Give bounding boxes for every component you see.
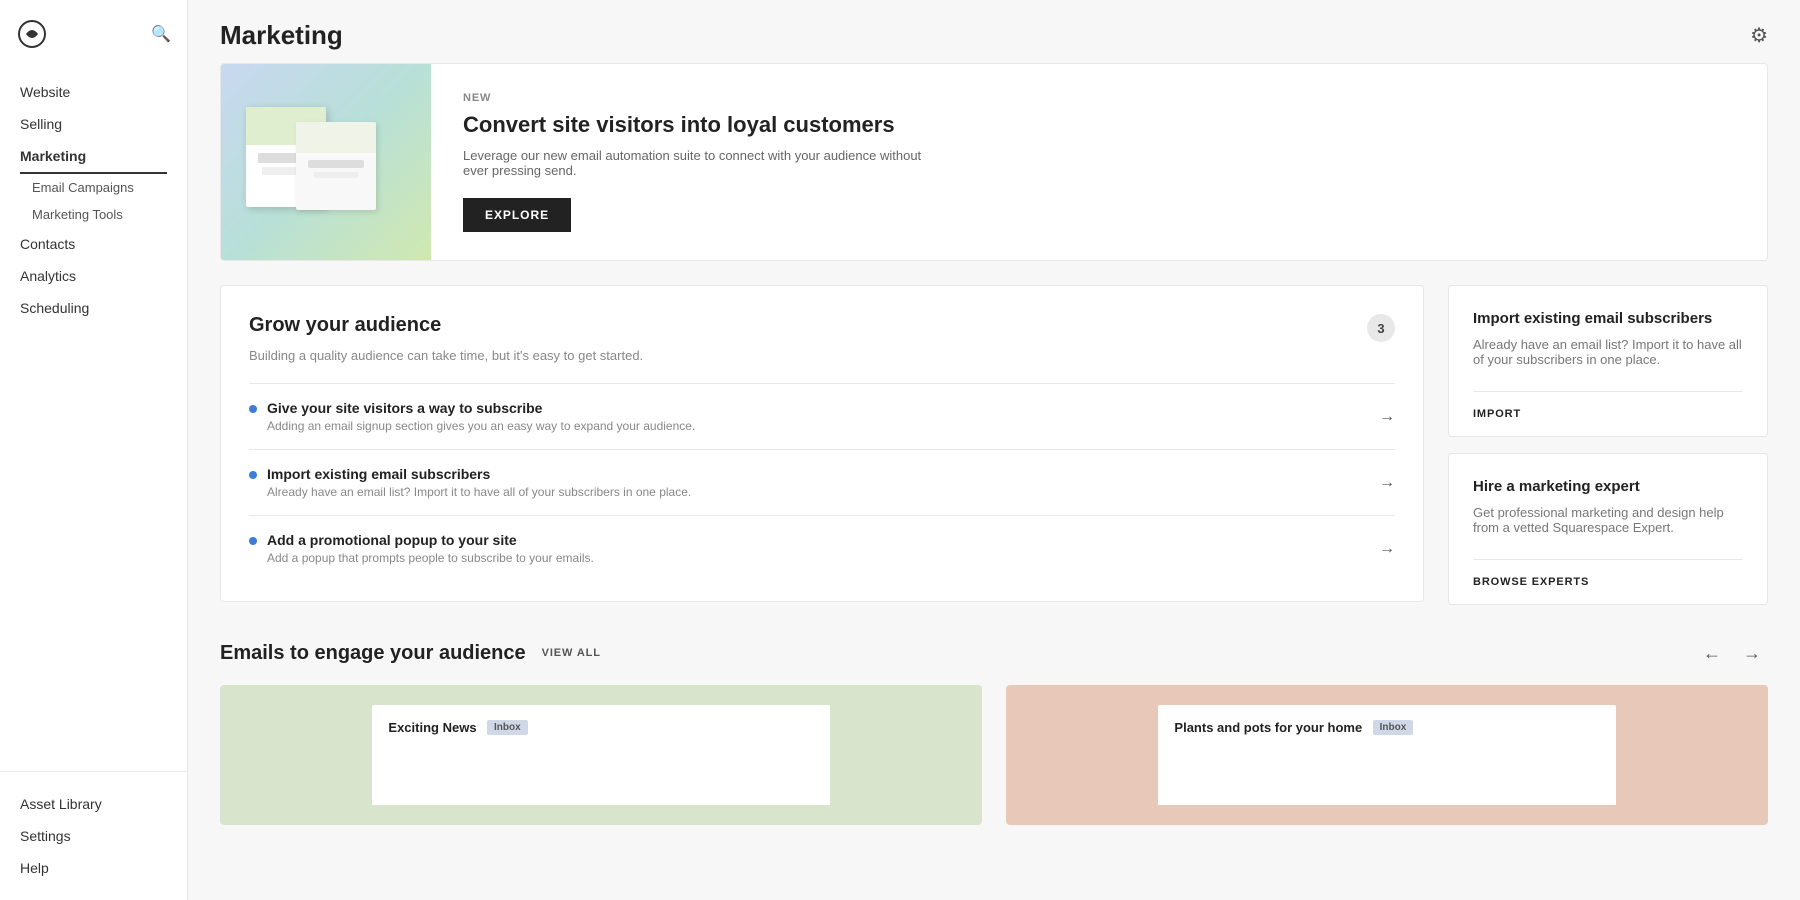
sidebar-item-marketing[interactable]: Marketing — [20, 140, 167, 174]
main-content: Marketing ⚙ — [188, 0, 1800, 900]
banner-card: NEW Convert site visitors into loyal cus… — [220, 63, 1768, 261]
banner-title: Convert site visitors into loyal custome… — [463, 112, 1735, 138]
sidebar-item-contacts[interactable]: Contacts — [0, 228, 187, 260]
sidebar-nav: Website Selling Marketing Email Campaign… — [0, 68, 187, 771]
blue-dot-icon — [249, 405, 257, 413]
blue-dot-icon — [249, 471, 257, 479]
main-body: NEW Convert site visitors into loyal cus… — [188, 63, 1800, 857]
audience-title: Grow your audience — [249, 314, 441, 337]
audience-item-title: Import existing email subscribers — [267, 466, 691, 482]
audience-badge: 3 — [1367, 314, 1395, 342]
audience-item-title: Give your site visitors a way to subscri… — [267, 400, 695, 416]
email-cards: Exciting News Inbox Plants and pots for … — [220, 685, 1768, 825]
sidebar-item-scheduling[interactable]: Scheduling — [0, 292, 187, 324]
import-card-title: Import existing email subscribers — [1473, 310, 1743, 327]
email-badge: Inbox — [487, 720, 528, 735]
banner-description: Leverage our new email automation suite … — [463, 148, 943, 178]
email-card-exciting-news[interactable]: Exciting News Inbox — [220, 685, 982, 825]
sidebar-item-help[interactable]: Help — [0, 852, 187, 884]
settings-icon[interactable]: ⚙ — [1750, 23, 1768, 48]
audience-item-popup[interactable]: Add a promotional popup to your site Add… — [249, 515, 1395, 581]
audience-subtitle: Building a quality audience can take tim… — [249, 348, 1395, 363]
search-icon[interactable]: 🔍 — [151, 24, 171, 44]
sidebar-item-asset-library[interactable]: Asset Library — [0, 788, 187, 820]
banner-content: NEW Convert site visitors into loyal cus… — [431, 64, 1767, 260]
email-card-label: Plants and pots for your home — [1174, 720, 1362, 735]
import-link[interactable]: IMPORT — [1473, 391, 1743, 436]
app-logo[interactable] — [16, 18, 48, 50]
email-card-plants[interactable]: Plants and pots for your home Inbox — [1006, 685, 1768, 825]
expert-card: Hire a marketing expert Get professional… — [1448, 453, 1768, 605]
audience-item-desc: Adding an email signup section gives you… — [267, 419, 695, 433]
import-card-desc: Already have an email list? Import it to… — [1473, 337, 1743, 367]
audience-item-title: Add a promotional popup to your site — [267, 532, 594, 548]
import-card: Import existing email subscribers Alread… — [1448, 285, 1768, 437]
next-arrow-button[interactable]: → — [1736, 637, 1768, 669]
arrow-right-icon: → — [1379, 474, 1395, 492]
sidebar: 🔍 Website Selling Marketing Email Campai… — [0, 0, 188, 900]
blue-dot-icon — [249, 537, 257, 545]
sidebar-item-email-campaigns[interactable]: Email Campaigns — [0, 174, 187, 201]
email-card-label: Exciting News — [388, 720, 476, 735]
sidebar-bottom: Asset Library Settings Help — [0, 771, 187, 900]
expert-card-desc: Get professional marketing and design he… — [1473, 505, 1743, 535]
sidebar-item-marketing-tools[interactable]: Marketing Tools — [0, 201, 187, 228]
arrow-right-icon: → — [1379, 540, 1395, 558]
browse-experts-link[interactable]: BROWSE EXPERTS — [1473, 559, 1743, 604]
sidebar-top: 🔍 — [0, 0, 187, 68]
audience-item-desc: Already have an email list? Import it to… — [267, 485, 691, 499]
prev-arrow-button[interactable]: ← — [1696, 637, 1728, 669]
two-col-layout: Grow your audience 3 Building a quality … — [220, 285, 1768, 605]
emails-section-header: Emails to engage your audience VIEW ALL … — [220, 637, 1768, 669]
arrow-right-icon: → — [1379, 408, 1395, 426]
audience-card-header: Grow your audience 3 — [249, 314, 1395, 342]
audience-item-desc: Add a popup that prompts people to subsc… — [267, 551, 594, 565]
banner-image — [221, 64, 431, 260]
audience-item-subscribe[interactable]: Give your site visitors a way to subscri… — [249, 383, 1395, 449]
email-badge: Inbox — [1373, 720, 1414, 735]
banner-new-label: NEW — [463, 92, 1735, 104]
expert-card-title: Hire a marketing expert — [1473, 478, 1743, 495]
audience-item-import[interactable]: Import existing email subscribers Alread… — [249, 449, 1395, 515]
audience-card: Grow your audience 3 Building a quality … — [220, 285, 1424, 602]
page-title: Marketing — [220, 20, 343, 51]
view-all-link[interactable]: VIEW ALL — [542, 647, 601, 659]
audience-section: Grow your audience 3 Building a quality … — [220, 285, 1424, 602]
explore-button[interactable]: EXPLORE — [463, 198, 571, 232]
sidebar-item-analytics[interactable]: Analytics — [0, 260, 187, 292]
main-header: Marketing ⚙ — [188, 0, 1800, 63]
side-cards: Import existing email subscribers Alread… — [1448, 285, 1768, 605]
emails-section-title: Emails to engage your audience — [220, 642, 526, 665]
sidebar-item-settings[interactable]: Settings — [0, 820, 187, 852]
sidebar-item-website[interactable]: Website — [0, 76, 187, 108]
sidebar-item-selling[interactable]: Selling — [0, 108, 187, 140]
